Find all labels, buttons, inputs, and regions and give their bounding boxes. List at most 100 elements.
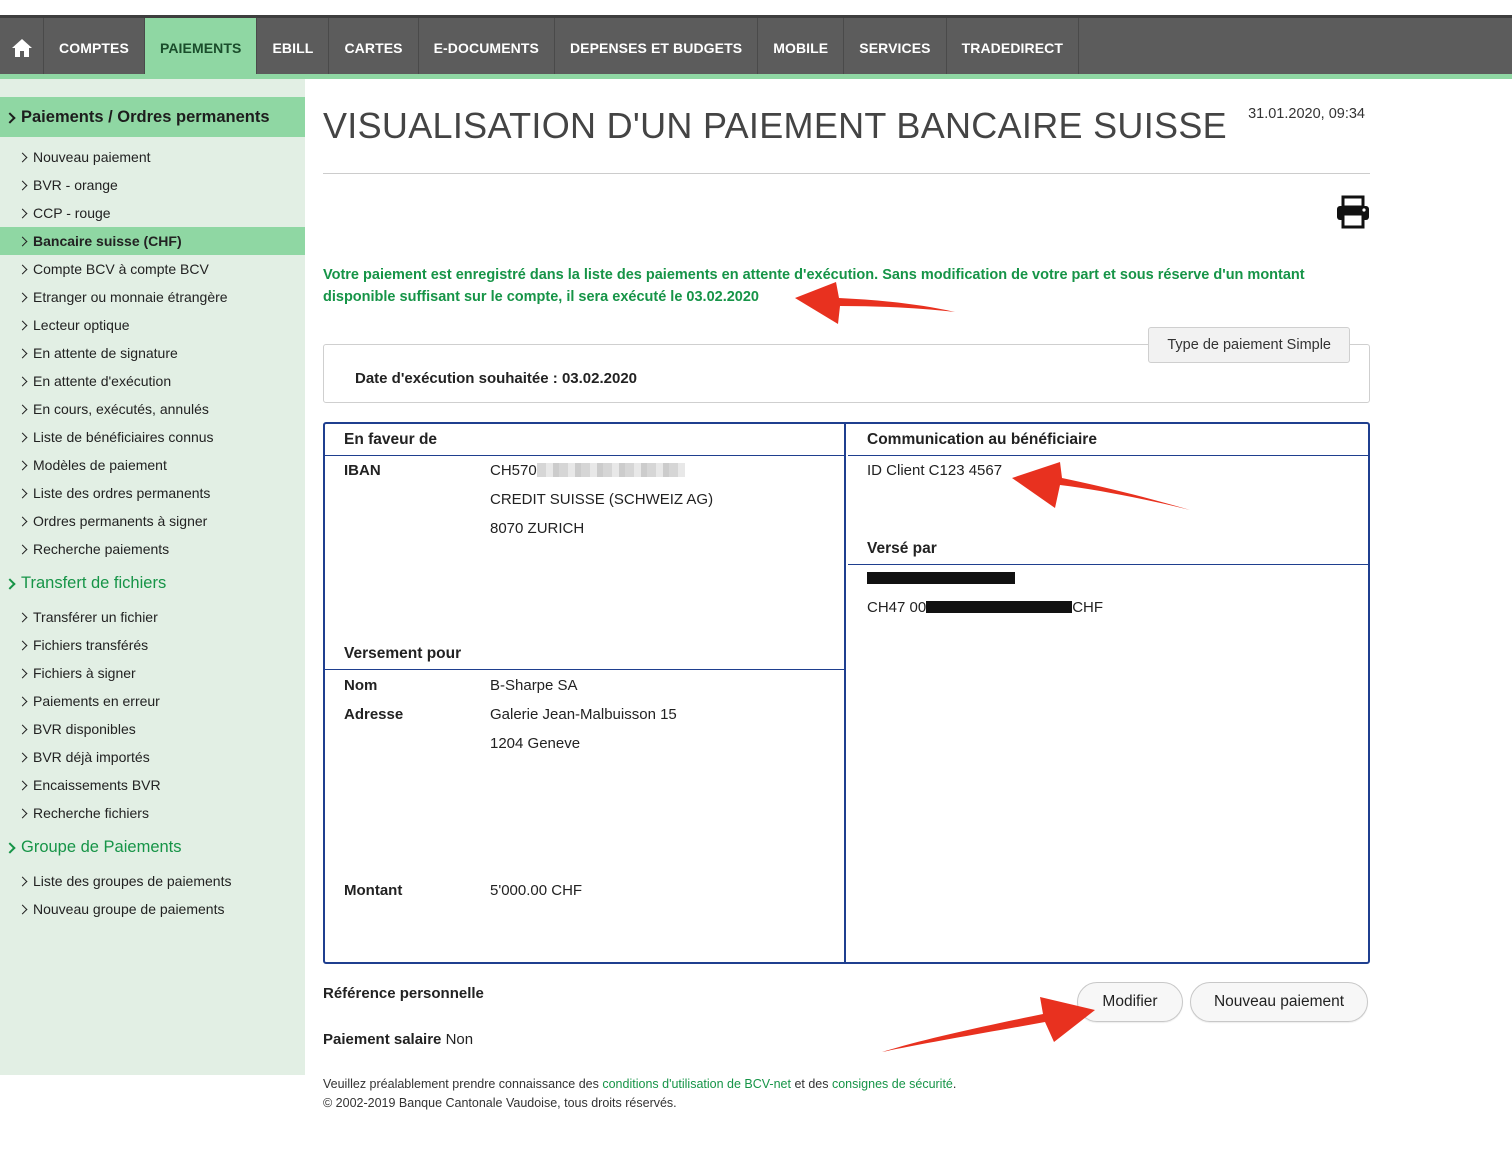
payment-right-column: Communication au bénéficiaire ID Client … [848, 424, 1368, 962]
sidebar-item-label: Compte BCV à compte BCV [33, 261, 209, 277]
sidebar-item-fichiers-transferes[interactable]: Fichiers transférés [0, 631, 305, 659]
sidebar-item-label: Etranger ou monnaie étrangère [33, 289, 228, 305]
sidebar-item-label: BVR disponibles [33, 721, 136, 737]
tab-paiements[interactable]: PAIEMENTS [144, 18, 258, 77]
paid-by-name [867, 570, 1015, 587]
sidebar-item-fichiers-a-signer[interactable]: Fichiers à signer [0, 659, 305, 687]
beneficiary-header: En faveur de [325, 424, 844, 456]
salary-value: Non [445, 1031, 474, 1048]
chevron-right-icon [17, 640, 28, 651]
annotation-arrow-modify [882, 997, 1095, 1052]
iban-label: IBAN [344, 462, 381, 479]
home-button[interactable] [0, 18, 44, 77]
salary-label: Paiement salaire [323, 1031, 442, 1048]
sidebar-item-bvr-orange[interactable]: BVR - orange [0, 171, 305, 199]
chevron-right-icon [17, 516, 28, 527]
sidebar-item-nouveau-paiement[interactable]: Nouveau paiement [0, 143, 305, 171]
chevron-right-icon [17, 236, 28, 247]
sidebar-item-en-cours[interactable]: En cours, exécutés, annulés [0, 395, 305, 423]
sidebar-item-recherche-paiements[interactable]: Recherche paiements [0, 535, 305, 563]
sidebar-item-etranger[interactable]: Etranger ou monnaie étrangère [0, 283, 305, 311]
sidebar-item-ccp-rouge[interactable]: CCP - rouge [0, 199, 305, 227]
sidebar-item-label: Paiements en erreur [33, 693, 160, 709]
sidebar-item-label: BVR - orange [33, 177, 118, 193]
sidebar-item-nouveau-groupe[interactable]: Nouveau groupe de paiements [0, 895, 305, 923]
tab-cartes[interactable]: CARTES [329, 18, 419, 77]
terms-link[interactable]: conditions d'utilisation de BCV-net [602, 1077, 791, 1091]
sidebar-item-attente-signature[interactable]: En attente de signature [0, 339, 305, 367]
tab-e-documents[interactable]: E-DOCUMENTS [419, 18, 555, 77]
tab-comptes[interactable]: COMPTES [44, 18, 145, 77]
redacted-bar [867, 572, 1015, 584]
chevron-right-icon [17, 180, 28, 191]
sidebar-section-paiements[interactable]: Paiements / Ordres permanents [0, 97, 305, 137]
sidebar-item-beneficiaires[interactable]: Liste de bénéficiaires connus [0, 423, 305, 451]
sidebar-section-label: Transfert de fichiers [21, 573, 167, 592]
sidebar-item-compte-bcv[interactable]: Compte BCV à compte BCV [0, 255, 305, 283]
address-line1: Galerie Jean-Malbuisson 15 [490, 706, 677, 723]
salary-payment: Paiement salaire Non [323, 1031, 473, 1048]
redacted-blur [536, 463, 685, 477]
sidebar-item-bvr-disponibles[interactable]: BVR disponibles [0, 715, 305, 743]
sidebar-item-label: Liste des groupes de paiements [33, 873, 232, 889]
sidebar-item-bancaire-suisse[interactable]: Bancaire suisse (CHF) [0, 227, 305, 255]
chevron-right-icon [17, 544, 28, 555]
top-strip [0, 0, 1512, 15]
payment-for-header: Versement pour [325, 638, 844, 670]
sidebar-item-bvr-importes[interactable]: BVR déjà importés [0, 743, 305, 771]
redacted-bar [926, 601, 1073, 613]
chevron-right-icon [4, 577, 16, 590]
sidebar-item-encaissements-bvr[interactable]: Encaissements BVR [0, 771, 305, 799]
address-label: Adresse [344, 706, 404, 723]
sidebar-section-transfert[interactable]: Transfert de fichiers [0, 563, 305, 603]
sidebar-item-liste-groupes[interactable]: Liste des groupes de paiements [0, 867, 305, 895]
tab-tradedirect[interactable]: TRADEDIRECT [947, 18, 1080, 77]
chevron-right-icon [17, 264, 28, 275]
chevron-right-icon [17, 460, 28, 471]
sidebar-section-label: Groupe de Paiements [21, 837, 182, 856]
modify-button[interactable]: Modifier [1077, 982, 1183, 1022]
footer: Veuillez préalablement prendre connaissa… [323, 1075, 956, 1113]
sidebar-item-label: Fichiers transférés [33, 637, 149, 653]
timestamp: 31.01.2020, 09:34 [1248, 106, 1365, 122]
chevron-right-icon [17, 752, 28, 763]
sidebar-item-label: Encaissements BVR [33, 777, 161, 793]
printer-icon[interactable] [1335, 195, 1371, 229]
chevron-right-icon [17, 876, 28, 887]
sidebar-item-label: Modèles de paiement [33, 457, 167, 473]
payment-type-button[interactable]: Type de paiement Simple [1148, 327, 1350, 363]
tab-depenses-et-budgets[interactable]: DEPENSES ET BUDGETS [555, 18, 759, 77]
new-payment-button[interactable]: Nouveau paiement [1190, 982, 1368, 1022]
sidebar-item-label: Ordres permanents à signer [33, 513, 208, 529]
chevron-right-icon [17, 320, 28, 331]
top-navigation: COMPTES PAIEMENTS EBILL CARTES E-DOCUMEN… [0, 15, 1512, 77]
sidebar-item-recherche-fichiers[interactable]: Recherche fichiers [0, 799, 305, 827]
security-link[interactable]: consignes de sécurité [832, 1077, 953, 1091]
sidebar-item-label: Bancaire suisse (CHF) [33, 233, 182, 249]
sidebar-section-groupe[interactable]: Groupe de Paiements [0, 827, 305, 867]
tab-services[interactable]: SERVICES [844, 18, 947, 77]
sidebar-item-label: CCP - rouge [33, 205, 111, 221]
sidebar-item-ordres-permanents[interactable]: Liste des ordres permanents [0, 479, 305, 507]
sidebar-item-paiements-erreur[interactable]: Paiements en erreur [0, 687, 305, 715]
tab-ebill[interactable]: EBILL [257, 18, 330, 77]
bank-city: 8070 ZURICH [490, 520, 585, 537]
paid-by-header: Versé par [848, 533, 1368, 565]
name-label: Nom [344, 677, 378, 694]
sidebar-item-attente-execution[interactable]: En attente d'exécution [0, 367, 305, 395]
personal-reference-label: Référence personnelle [323, 985, 484, 1002]
chevron-right-icon [17, 376, 28, 387]
execution-date: Date d'exécution souhaitée : 03.02.2020 [355, 370, 638, 387]
sidebar-item-transferer-fichier[interactable]: Transférer un fichier [0, 603, 305, 631]
chevron-right-icon [4, 111, 16, 124]
sidebar-item-lecteur-optique[interactable]: Lecteur optique [0, 311, 305, 339]
sidebar-item-label: Nouveau groupe de paiements [33, 901, 225, 917]
sidebar-item-ordres-a-signer[interactable]: Ordres permanents à signer [0, 507, 305, 535]
chevron-right-icon [17, 404, 28, 415]
sidebar-item-label: En attente de signature [33, 345, 178, 361]
sidebar-item-label: Fichiers à signer [33, 665, 136, 681]
tab-mobile[interactable]: MOBILE [758, 18, 845, 77]
amount-label: Montant [344, 882, 403, 899]
chevron-right-icon [17, 780, 28, 791]
sidebar-item-modeles[interactable]: Modèles de paiement [0, 451, 305, 479]
